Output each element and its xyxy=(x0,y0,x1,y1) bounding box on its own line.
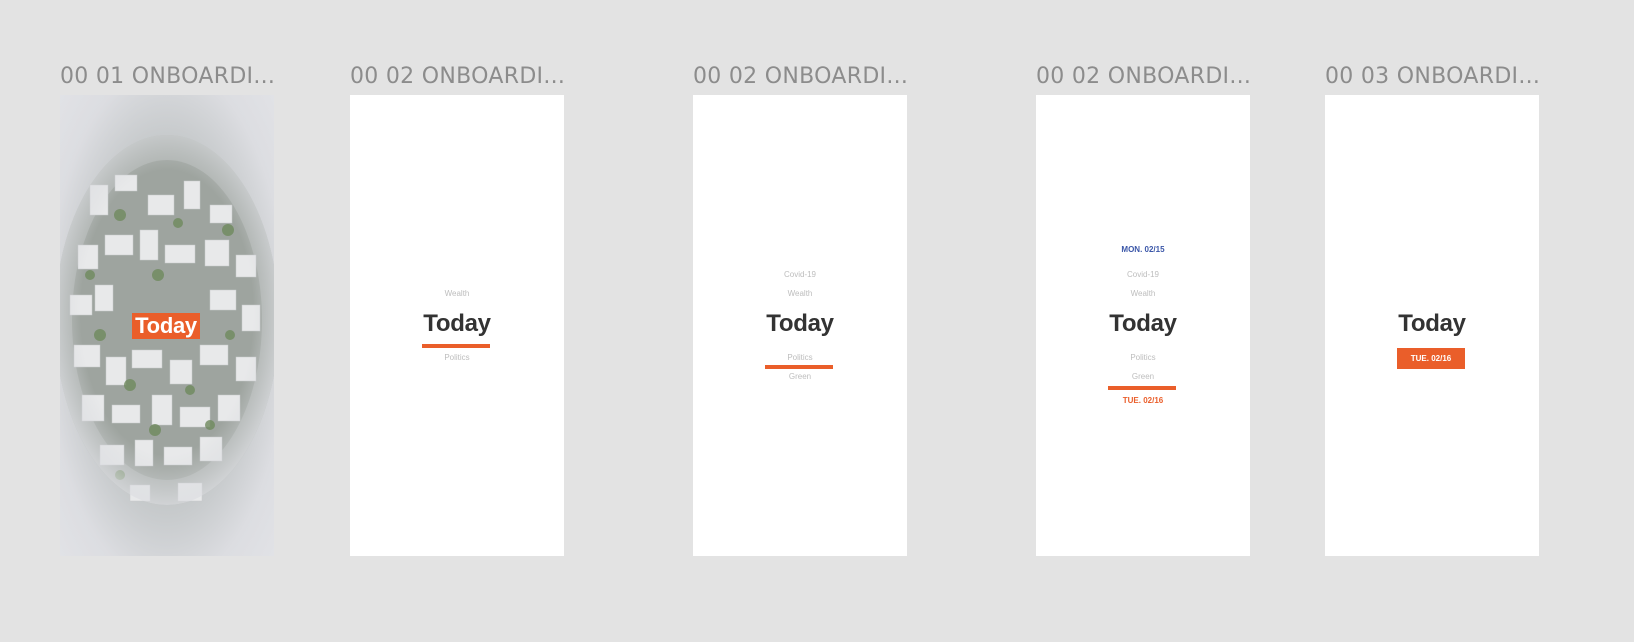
category-label: Politics xyxy=(444,353,470,362)
hero-today-label: Today xyxy=(132,313,200,339)
category-label: Wealth xyxy=(444,289,470,298)
today-heading: Today xyxy=(1398,310,1466,337)
onboarding-frame-4[interactable]: MON. 02/15 Covid-19 Wealth Today Politic… xyxy=(1036,95,1250,556)
onboarding-frame-1[interactable]: Today xyxy=(60,95,274,556)
frame-title-onboarding-1[interactable]: 00 01 ONBOARDI... xyxy=(60,64,275,89)
today-heading: Today xyxy=(1109,310,1177,337)
category-label: Green xyxy=(1131,372,1155,381)
category-label: Covid-19 xyxy=(1126,270,1159,279)
category-label: Covid-19 xyxy=(783,270,816,279)
frame-title-onboarding-4[interactable]: 00 02 ONBOARDI... xyxy=(1036,64,1251,89)
selection-underline xyxy=(765,365,833,369)
today-heading: Today xyxy=(766,310,834,337)
previous-date-label: MON. 02/15 xyxy=(1121,245,1165,254)
category-label: Politics xyxy=(1130,353,1156,362)
category-label: Wealth xyxy=(1130,289,1156,298)
onboarding-frame-3[interactable]: Covid-19 Wealth Today Politics Green xyxy=(693,95,907,556)
category-label: Politics xyxy=(787,353,813,362)
frame-title-onboarding-3[interactable]: 00 02 ONBOARDI... xyxy=(693,64,908,89)
category-label: Wealth xyxy=(787,289,813,298)
date-chip: TUE. 02/16 xyxy=(1397,348,1465,369)
selection-underline xyxy=(422,344,490,348)
today-heading: Today xyxy=(423,310,491,337)
frame-title-onboarding-2[interactable]: 00 02 ONBOARDI... xyxy=(350,64,565,89)
selection-underline xyxy=(1108,386,1176,390)
onboarding-frame-5[interactable]: Today TUE. 02/16 xyxy=(1325,95,1539,556)
onboarding-frame-2[interactable]: Wealth Today Politics xyxy=(350,95,564,556)
frame-title-onboarding-5[interactable]: 00 03 ONBOARDI... xyxy=(1325,64,1540,89)
next-date-label: TUE. 02/16 xyxy=(1122,396,1164,405)
category-label: Green xyxy=(788,372,812,381)
